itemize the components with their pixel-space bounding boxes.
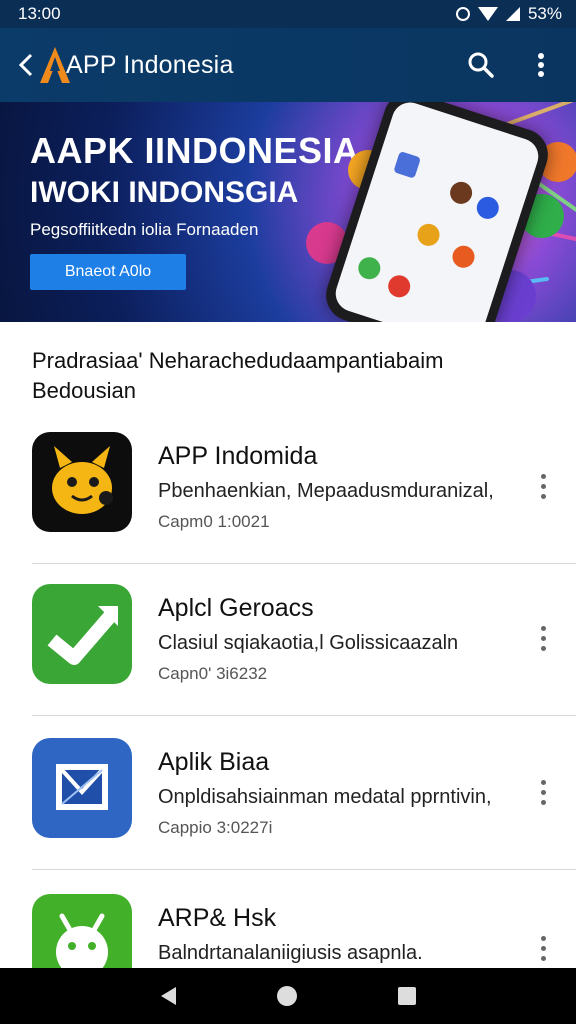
- checkmark-arrow-icon: [32, 584, 132, 684]
- status-time: 13:00: [18, 4, 61, 23]
- cartoon-creature-icon: [32, 432, 132, 532]
- mail-icon: [32, 738, 132, 838]
- phone-app-dot: [393, 150, 421, 179]
- search-icon: [468, 52, 494, 78]
- banner-cta-button[interactable]: Bnaeot A0lo: [30, 254, 186, 290]
- status-icons: 53%: [455, 4, 562, 24]
- phone-app-dot: [447, 179, 475, 207]
- app-list-item[interactable]: Aplcl Geroacs Clasiul sqiakaotia,l Golis…: [0, 564, 576, 716]
- app-meta: Capm0 1:0021: [158, 512, 270, 531]
- app-list-item[interactable]: Aplik Biaa Onpldisahsiainman medatal ppr…: [0, 718, 576, 870]
- app-name: APP Indomida: [158, 442, 318, 470]
- nav-recents-icon[interactable]: [397, 987, 416, 1005]
- back-icon: [18, 53, 33, 77]
- app-bar: APP Indonesia: [0, 28, 576, 102]
- more-vert-icon[interactable]: [528, 772, 558, 812]
- app-name: Aplik Biaa: [158, 748, 270, 776]
- app-title: APP Indonesia: [66, 50, 234, 79]
- app-name: Aplcl Geroacs: [158, 594, 314, 622]
- phone-app-dot: [385, 272, 414, 301]
- phone-app-dot: [414, 221, 443, 249]
- banner-subheadline: IWOKI INDONSGIA: [30, 176, 299, 209]
- divider: [32, 869, 576, 870]
- more-vert-icon: [538, 53, 544, 77]
- wifi-icon: [477, 7, 498, 21]
- more-vert-icon[interactable]: [528, 618, 558, 658]
- banner-headline: AAPK IINDONESIA: [30, 130, 360, 171]
- more-vert-icon[interactable]: [528, 466, 558, 506]
- more-options-button[interactable]: [524, 48, 558, 82]
- app-name: ARP& Hsk: [158, 904, 277, 932]
- nav-home-icon[interactable]: [276, 986, 297, 1006]
- search-button[interactable]: [464, 48, 498, 82]
- banner-tagline: Pegsoffiitkedn iolia Fornaaden: [30, 220, 259, 239]
- section-title: Pradrasiaa' Neharachedudaampantiabaim Be…: [32, 348, 444, 403]
- more-vert-icon[interactable]: [528, 928, 558, 968]
- app-meta: Cappio 3:0227i: [158, 818, 273, 837]
- app-list-item[interactable]: APP Indomida Pbenhaenkian, Mepaadusmdura…: [0, 412, 576, 564]
- phone-app-dot: [449, 242, 478, 271]
- app-description: Pbenhaenkian, Mepaadusmduranizal,: [158, 480, 494, 502]
- alarm-icon: [455, 7, 470, 21]
- nav-back-icon[interactable]: [160, 987, 176, 1005]
- system-nav-bar: [0, 968, 576, 1024]
- promo-banner[interactable]: AAPK IINDONESIA IWOKI INDONSGIA Pegsoffi…: [0, 102, 576, 322]
- battery-level: 53%: [527, 4, 562, 23]
- app-description: Onpldisahsiainman medatal pprntivin,: [158, 786, 492, 808]
- app-meta: Capn0' 3i6232: [158, 664, 268, 683]
- signal-icon: [505, 7, 520, 21]
- phone-app-dot: [473, 193, 502, 222]
- app-description: Clasiul sqiakaotia,l Golissicaazaln: [158, 632, 459, 654]
- status-bar: 13:00 53%: [0, 0, 576, 28]
- divider: [32, 715, 576, 716]
- app-bar-actions: [464, 48, 558, 82]
- logo-icon: [38, 45, 72, 85]
- app-description: Balndrtanalaniigiusis asapnla.: [158, 942, 423, 964]
- phone-app-dot: [355, 254, 384, 283]
